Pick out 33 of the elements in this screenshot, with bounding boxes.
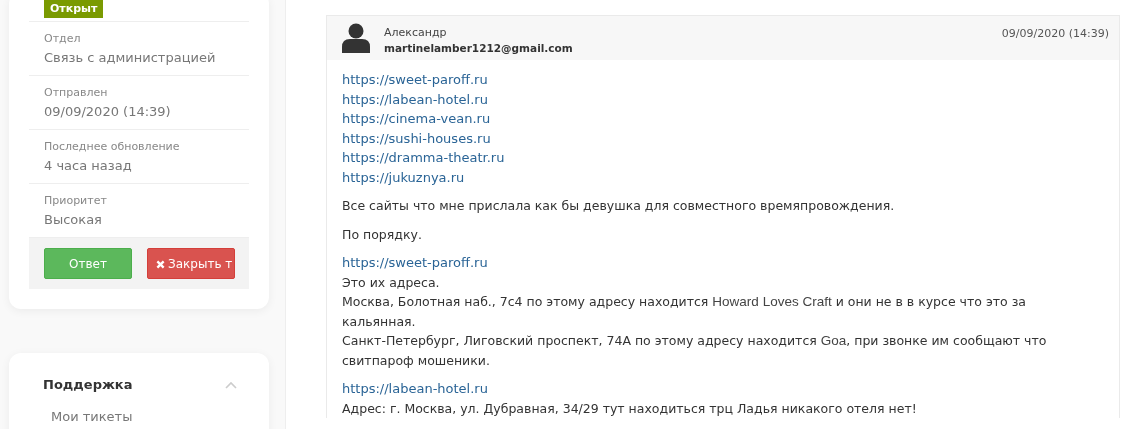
link[interactable]: https://labean-hotel.ru (342, 381, 488, 396)
field-value: 09/09/2020 (14:39) (44, 103, 172, 121)
field-label: Отправлен (44, 85, 109, 101)
author-name: Александр (384, 26, 448, 40)
menu-item[interactable]: Мои тикеты (29, 394, 249, 426)
message-text: Москва, Болотная наб., 7с4 по этому адресу находится Howard Loves Craft и они не в в курсе что это за кальянная. (342, 293, 1027, 331)
message-date: 09/09/2020 (14:39) (1001, 26, 1109, 42)
field-value: 4 часа назад (44, 157, 133, 175)
venue-link[interactable]: Howard Loves Craft (712, 294, 832, 309)
field-label: Приоритет (44, 193, 108, 209)
author-email: martinelamber1212@gmail.com (384, 41, 573, 56)
link[interactable]: https://cinema-vean.ru (342, 111, 491, 126)
link[interactable]: https://sushi-houses.ru (342, 130, 491, 146)
field-value: Связь с администрацией (44, 49, 217, 67)
user-icon (342, 23, 370, 53)
link[interactable]: https://labean-hotel.ru (342, 91, 488, 107)
menu-title: Поддержка (42, 376, 133, 394)
close-ticket-button[interactable]: Закрыть т (147, 248, 235, 279)
close-icon (156, 259, 165, 269)
field-value: Высокая (44, 211, 103, 229)
message-text: Адрес: г. Москва, ул. Дубравная, 34/29 тут находиться трц Ладья никакого отеля нет! (342, 399, 918, 418)
field-label: Последнее обновление (44, 139, 181, 155)
field-label: Отдел (44, 31, 82, 47)
message-text: По порядку. (342, 225, 423, 244)
message-text: Все сайты что мне прислала как бы девушка для совместного времяпровождения. (342, 197, 896, 215)
link[interactable]: https://dramma-theatr.ru (342, 150, 505, 165)
chevron-up-icon[interactable] (225, 380, 237, 389)
link[interactable]: https://jukuznya.ru (342, 169, 465, 185)
link[interactable]: https://sweet-paroff.ru (342, 255, 488, 270)
link[interactable]: https://sweet-paroff.ru (342, 72, 488, 87)
message-text: Санкт-Петербург, Лиговский проспект, 74А по этому адресу находится Goa, при звонке им сообщают что свитпароф мошеники. (342, 332, 1048, 370)
message-text: Это их адреса. (342, 273, 441, 292)
status-badge: Открыт (44, 0, 104, 18)
